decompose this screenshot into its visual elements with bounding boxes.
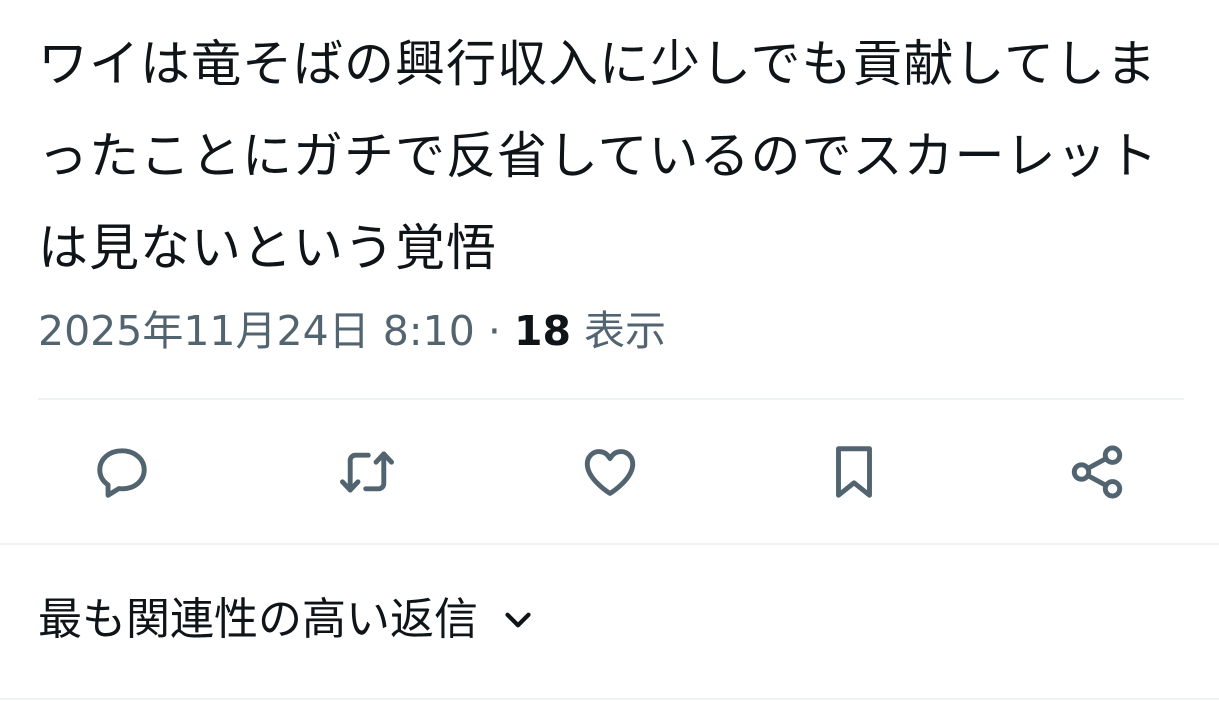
replies-sort-label: 最も関連性の高い返信 [38, 594, 478, 645]
bookmark-icon [836, 446, 872, 498]
divider [0, 698, 1219, 700]
retweet-button[interactable] [327, 432, 407, 512]
speech-bubble-icon [97, 448, 147, 498]
tweet-meta: 2025年11月24日 8:10 · 18 表示 [38, 303, 666, 359]
retweet-icon [340, 451, 394, 493]
divider [0, 543, 1219, 545]
reply-button[interactable] [82, 432, 162, 512]
heart-icon [584, 449, 636, 496]
chevron-down-icon [500, 602, 536, 638]
tweet-text: ワイは竜そばの興行収入に少しでも貢献してしまったことにガチで反省しているのでスカ… [38, 35, 1159, 277]
bookmark-button[interactable] [814, 432, 894, 512]
views-label: 表示 [584, 307, 667, 355]
share-icon [1071, 445, 1123, 499]
meta-separator: · [487, 307, 501, 355]
action-bar [0, 432, 1219, 514]
like-button[interactable] [570, 432, 650, 512]
divider [38, 398, 1184, 400]
share-button[interactable] [1057, 432, 1137, 512]
tweet-timestamp[interactable]: 2025年11月24日 8:10 [38, 307, 475, 355]
views-count: 18 [513, 307, 571, 355]
replies-sort-dropdown[interactable]: 最も関連性の高い返信 [38, 590, 536, 650]
